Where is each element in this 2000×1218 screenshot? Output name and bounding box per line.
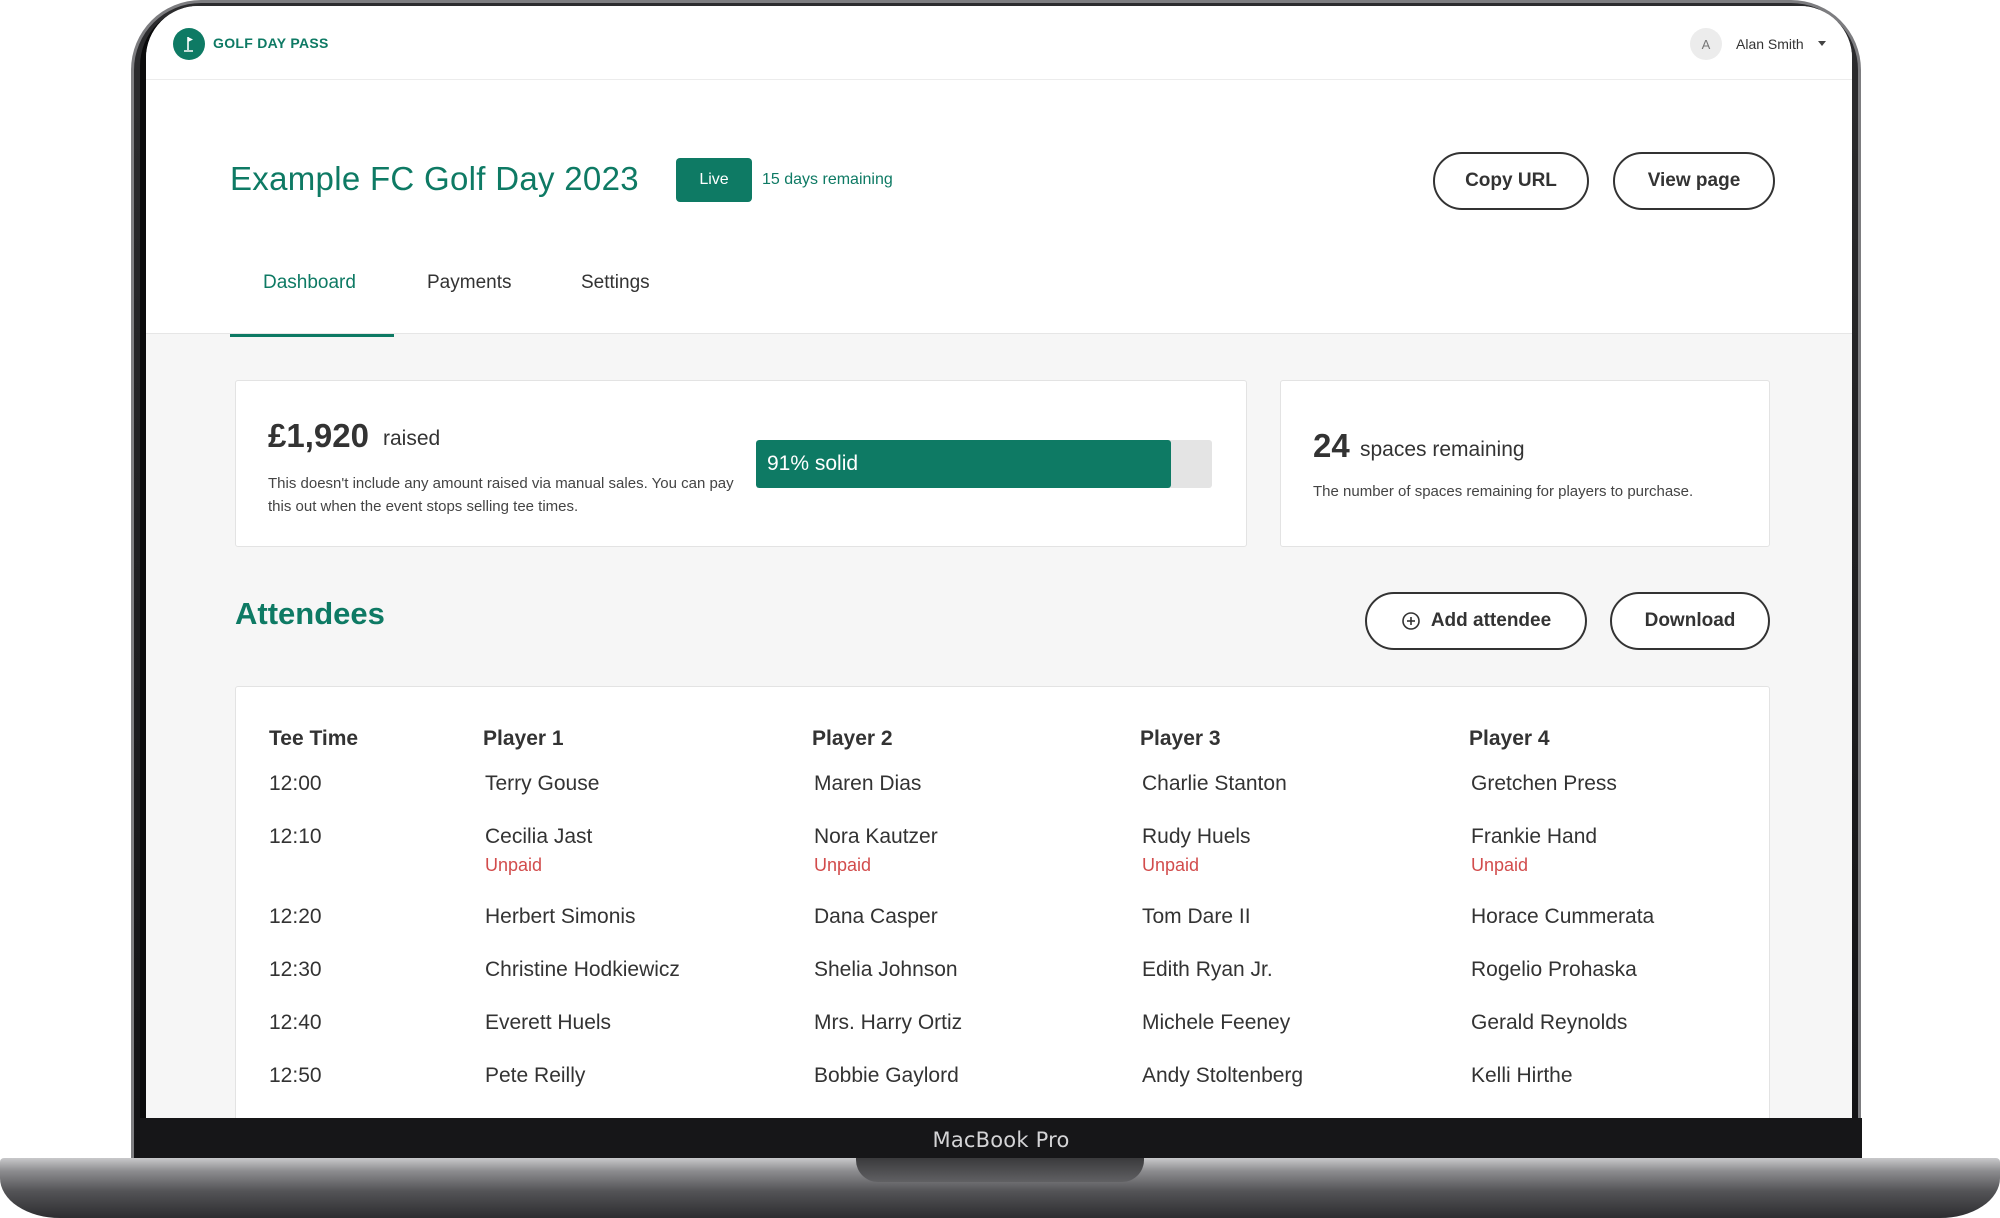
raised-description: This doesn't include any amount raised v… bbox=[268, 475, 734, 515]
tab-payments[interactable]: Payments bbox=[427, 272, 511, 336]
view-page-button[interactable]: View page bbox=[1613, 152, 1775, 210]
add-attendee-label: Add attendee bbox=[1430, 610, 1552, 631]
player-cell[interactable]: Terry Gouse bbox=[485, 772, 599, 796]
copy-url-button[interactable]: Copy URL bbox=[1433, 152, 1589, 210]
player-cell[interactable]: Michele Feeney bbox=[1142, 1011, 1290, 1035]
laptop-notch bbox=[856, 1158, 1144, 1182]
player-cell[interactable]: Pete Reilly bbox=[485, 1064, 585, 1088]
column-header-player-4[interactable]: Player 4 bbox=[1469, 727, 1550, 751]
user-avatar[interactable]: A bbox=[1690, 28, 1722, 60]
player-cell[interactable]: Dana Casper bbox=[814, 905, 938, 929]
sales-progress-bar: 91% solid bbox=[756, 440, 1212, 488]
add-attendee-button[interactable]: Add attendee bbox=[1365, 592, 1587, 650]
days-remaining: 15 days remaining bbox=[762, 171, 893, 188]
download-button[interactable]: Download bbox=[1610, 592, 1770, 650]
player-cell[interactable]: Gerald Reynolds bbox=[1471, 1011, 1627, 1035]
caret-down-icon[interactable] bbox=[1818, 41, 1826, 46]
unpaid-status: Unpaid bbox=[485, 855, 543, 875]
attendees-table: Tee Time Player 1 Player 2 Player 3 Play… bbox=[235, 686, 1770, 1118]
player-cell[interactable]: Bobbie Gaylord bbox=[814, 1064, 959, 1088]
column-header-player-3[interactable]: Player 3 bbox=[1140, 727, 1221, 751]
tee-time-cell: 12:00 bbox=[269, 772, 322, 795]
column-header-player-2[interactable]: Player 2 bbox=[812, 727, 893, 751]
unpaid-status: Unpaid bbox=[814, 855, 872, 875]
active-tab-indicator bbox=[230, 334, 394, 337]
user-menu-name[interactable]: Alan Smith bbox=[1736, 36, 1804, 52]
player-cell[interactable]: Everett Huels bbox=[485, 1011, 611, 1035]
column-header-tee-time[interactable]: Tee Time bbox=[269, 727, 358, 751]
view-page-label: View page bbox=[1647, 170, 1741, 191]
spaces-description: The number of spaces remaining for playe… bbox=[1313, 483, 1694, 500]
plus-circle-icon bbox=[1402, 612, 1420, 630]
page-title: Example FC Golf Day 2023 bbox=[230, 160, 639, 197]
unpaid-status: Unpaid bbox=[1471, 855, 1529, 875]
player-cell[interactable]: Charlie Stanton bbox=[1142, 772, 1287, 796]
player-cell[interactable]: Mrs. Harry Ortiz bbox=[814, 1011, 962, 1035]
player-cell[interactable]: Cecilia Jast bbox=[485, 825, 592, 849]
raised-card: £1,920 raised This doesn't include any a… bbox=[235, 380, 1247, 547]
player-cell[interactable]: Edith Ryan Jr. bbox=[1142, 958, 1273, 982]
player-cell[interactable]: Shelia Johnson bbox=[814, 958, 958, 982]
attendees-heading: Attendees bbox=[235, 596, 385, 631]
sales-progress-label: 91% solid bbox=[767, 452, 859, 475]
player-cell[interactable]: Rudy Huels bbox=[1142, 825, 1251, 849]
column-header-player-1[interactable]: Player 1 bbox=[483, 727, 564, 751]
download-label: Download bbox=[1644, 610, 1736, 631]
player-cell[interactable]: Horace Cummerata bbox=[1471, 905, 1654, 929]
laptop-screen: GOLF DAY PASS A Alan Smith Example FC Go… bbox=[146, 6, 1852, 1118]
copy-url-label: Copy URL bbox=[1465, 170, 1557, 191]
top-bar: GOLF DAY PASS A Alan Smith bbox=[146, 6, 1852, 80]
player-cell[interactable]: Rogelio Prohaska bbox=[1471, 958, 1637, 982]
tee-time-cell: 12:10 bbox=[269, 825, 322, 848]
player-cell[interactable]: Frankie Hand bbox=[1471, 825, 1597, 849]
brand-name[interactable]: GOLF DAY PASS bbox=[213, 35, 329, 51]
event-header: Example FC Golf Day 2023 Live 15 days re… bbox=[146, 80, 1852, 337]
player-cell[interactable]: Tom Dare II bbox=[1142, 905, 1251, 929]
player-cell[interactable]: Herbert Simonis bbox=[485, 905, 636, 929]
laptop-chin: MacBook Pro bbox=[140, 1118, 1862, 1162]
player-cell[interactable]: Gretchen Press bbox=[1471, 772, 1617, 796]
tee-time-cell: 12:50 bbox=[269, 1064, 322, 1087]
tee-time-cell: 12:40 bbox=[269, 1011, 322, 1034]
golf-flag-logo-icon[interactable] bbox=[173, 28, 205, 60]
spaces-card: 24 spaces remaining The number of spaces… bbox=[1280, 380, 1770, 547]
player-cell[interactable]: Christine Hodkiewicz bbox=[485, 958, 680, 982]
tee-time-cell: 12:30 bbox=[269, 958, 322, 981]
device-label: MacBook Pro bbox=[932, 1128, 1070, 1152]
spaces-label: spaces remaining bbox=[1360, 438, 1525, 461]
raised-amount: £1,920 bbox=[268, 417, 369, 454]
player-cell[interactable]: Nora Kautzer bbox=[814, 825, 938, 849]
spaces-count: 24 bbox=[1313, 427, 1350, 464]
raised-label: raised bbox=[383, 427, 441, 450]
tee-time-cell: 12:20 bbox=[269, 905, 322, 928]
unpaid-status: Unpaid bbox=[1142, 855, 1200, 875]
tab-settings[interactable]: Settings bbox=[581, 272, 650, 336]
status-badge: Live bbox=[676, 158, 752, 202]
player-cell[interactable]: Kelli Hirthe bbox=[1471, 1064, 1573, 1088]
player-cell[interactable]: Andy Stoltenberg bbox=[1142, 1064, 1303, 1088]
player-cell[interactable]: Maren Dias bbox=[814, 772, 921, 796]
tab-dashboard[interactable]: Dashboard bbox=[263, 272, 356, 336]
